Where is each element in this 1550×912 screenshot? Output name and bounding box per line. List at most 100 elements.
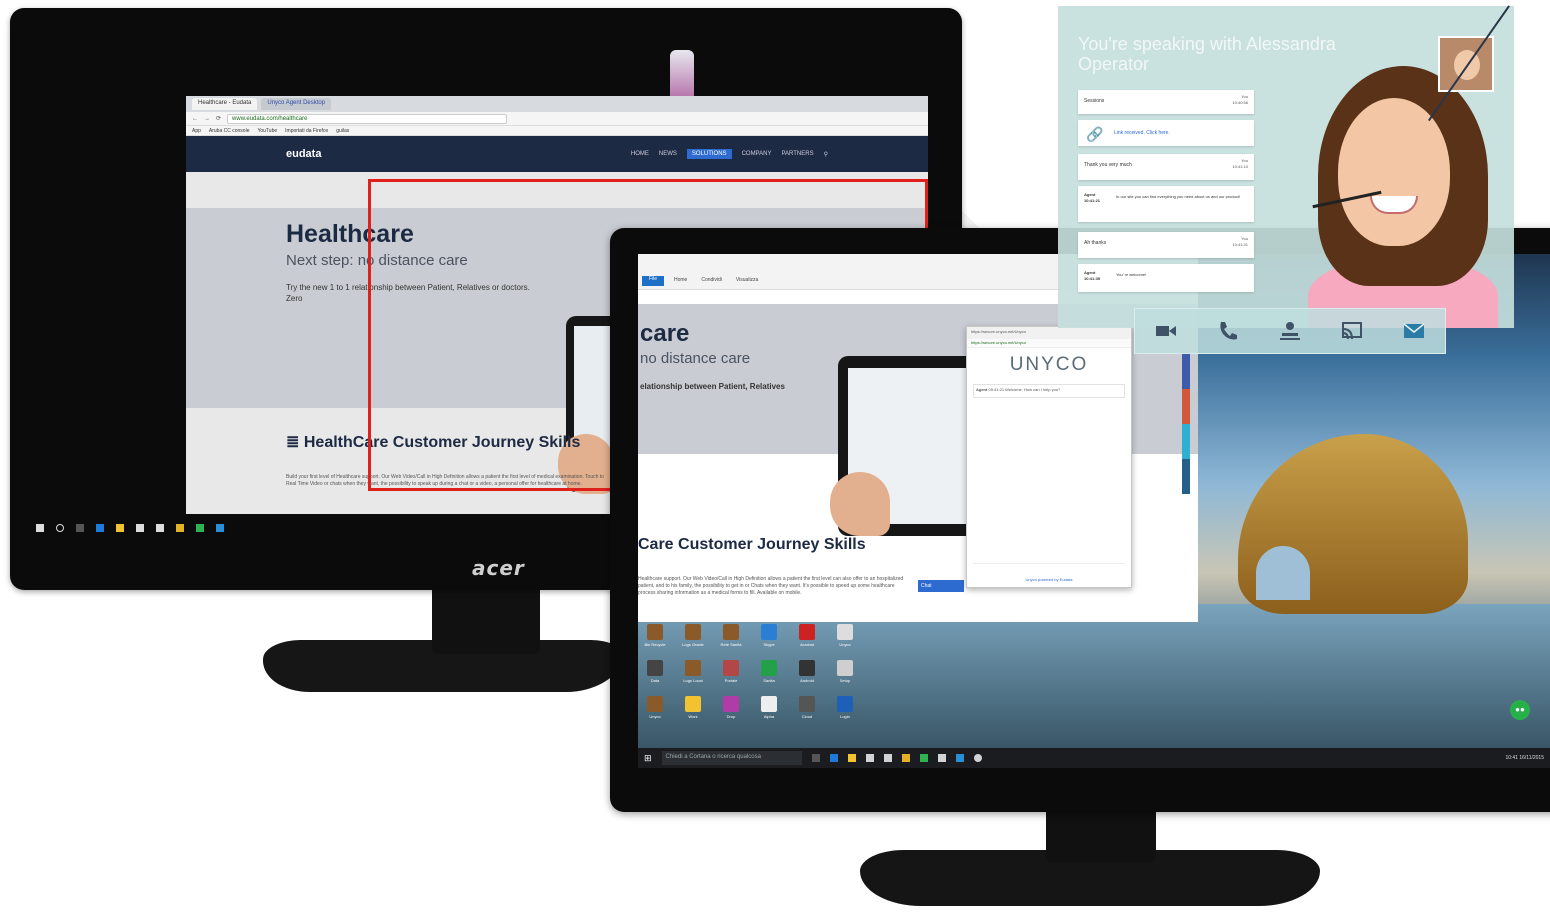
ribbon-file-tab[interactable]: File bbox=[642, 276, 664, 286]
bookmark-item[interactable]: Importati da Firefox bbox=[285, 128, 328, 134]
reload-icon[interactable]: ⟳ bbox=[216, 115, 221, 122]
desktop-icon[interactable]: Work bbox=[678, 696, 708, 726]
browser-tab[interactable]: Healthcare - Eudata bbox=[192, 98, 258, 110]
social-sidebar[interactable] bbox=[1182, 354, 1190, 494]
menu-item[interactable]: PARTNERS bbox=[781, 151, 813, 157]
site-navbar: eudata HOME NEWS SOLUTIONS COMPANY PARTN… bbox=[186, 136, 928, 172]
desktop-icon[interactable]: Unyco bbox=[640, 696, 670, 726]
url-input[interactable]: www.eudata.com/healthcare bbox=[227, 113, 508, 124]
system-tray[interactable]: 10:41 16/11/2015 bbox=[1505, 755, 1544, 761]
app-icon[interactable] bbox=[156, 524, 164, 532]
forward-icon[interactable]: → bbox=[204, 116, 210, 122]
bookmark-item[interactable]: guilas bbox=[336, 128, 349, 134]
desktop-icon[interactable]: Login bbox=[830, 696, 860, 726]
start-icon[interactable] bbox=[36, 524, 44, 532]
operator-photo bbox=[1298, 66, 1508, 328]
bookmark-item[interactable]: App bbox=[192, 128, 201, 134]
taskview-icon[interactable] bbox=[76, 524, 84, 532]
chat-overlay: You're speaking with Alessandra Operator… bbox=[1058, 6, 1514, 328]
desktop-icon[interactable]: Cloud bbox=[792, 696, 822, 726]
monitor-front-neck bbox=[1046, 808, 1156, 862]
widget-url: https://secure.unyco.net/Unyco bbox=[967, 339, 1131, 348]
chat-message-agent: Agent 10:41:21 In our site you can find e… bbox=[1078, 186, 1254, 222]
app-icon[interactable] bbox=[955, 754, 964, 762]
app-icon[interactable] bbox=[937, 754, 946, 762]
ribbon-tab[interactable]: Visualizza bbox=[736, 277, 758, 283]
chrome-icon[interactable] bbox=[901, 754, 910, 762]
ribbon-tab[interactable]: Condividi bbox=[701, 277, 722, 283]
browser-tab-bar: Healthcare - Eudata Unyco Agent Desktop bbox=[186, 96, 928, 112]
hand-image bbox=[830, 472, 890, 536]
desktop-icon[interactable]: Drop bbox=[716, 696, 746, 726]
desktop-icon[interactable]: Skype bbox=[754, 624, 784, 654]
hero-title: care bbox=[640, 320, 690, 347]
menu-item[interactable]: HOME bbox=[631, 151, 649, 157]
unyco-chat-widget: https://secure.unyco.net/Unyco https://s… bbox=[966, 326, 1132, 588]
store-icon[interactable] bbox=[865, 754, 874, 762]
bookmark-item[interactable]: Aruba CC console bbox=[209, 128, 250, 134]
video-camera-icon bbox=[1156, 326, 1176, 336]
desktop-icon[interactable]: Acrobat bbox=[792, 624, 822, 654]
video-call-button[interactable] bbox=[1149, 314, 1183, 348]
search-icon[interactable]: ⚲ bbox=[824, 151, 828, 158]
screen-share-button[interactable] bbox=[1335, 314, 1369, 348]
phone-call-button[interactable] bbox=[1211, 314, 1245, 348]
desktop-icon[interactable]: Logs Oracle bbox=[678, 624, 708, 654]
menu-item[interactable]: COMPANY bbox=[742, 151, 772, 157]
desktop-icons: Bin Recycle Logs Oracle Rete Sanita Skyp… bbox=[640, 624, 864, 726]
desktop-icon[interactable]: Sanita bbox=[754, 660, 784, 690]
envelope-icon bbox=[1403, 323, 1425, 338]
back-taskbar bbox=[36, 524, 224, 532]
email-button[interactable] bbox=[1397, 314, 1431, 348]
chat-launcher-button[interactable]: ●● bbox=[1510, 700, 1530, 720]
desktop-icon[interactable]: Rete Sanita bbox=[716, 624, 746, 654]
desktop-icon[interactable]: Logs Local bbox=[678, 660, 708, 690]
menu-item[interactable]: NEWS bbox=[659, 151, 677, 157]
back-icon[interactable]: ← bbox=[192, 116, 198, 122]
chat-tab-button[interactable]: Chat bbox=[918, 580, 964, 592]
chrome-icon[interactable] bbox=[176, 524, 184, 532]
edge-icon[interactable] bbox=[829, 754, 838, 762]
agent-message: Agent 09:41:21 Welcome, How can I help y… bbox=[973, 384, 1125, 398]
message-input[interactable] bbox=[973, 563, 1125, 571]
chat-message-link[interactable]: 🔗 Link received. Click here. bbox=[1078, 120, 1254, 146]
menu-item-active[interactable]: SOLUTIONS bbox=[686, 149, 732, 159]
desktop-icon[interactable]: Bin Recycle bbox=[640, 624, 670, 654]
taskview-icon[interactable] bbox=[811, 754, 820, 762]
screen-share-icon bbox=[1342, 322, 1362, 340]
spotify-icon[interactable] bbox=[919, 754, 928, 762]
unyco-logo: UNYCO bbox=[1009, 354, 1089, 375]
spotify-icon[interactable] bbox=[196, 524, 204, 532]
edge-icon[interactable] bbox=[96, 524, 104, 532]
front-taskbar: ⊞ Chiedi a Cortana o ricerca qualcosa 10… bbox=[638, 748, 1550, 768]
browser-address-bar: ← → ⟳ www.eudata.com/healthcare bbox=[186, 112, 928, 126]
cortana-search-input[interactable]: Chiedi a Cortana o ricerca qualcosa bbox=[661, 751, 802, 765]
desktop-icon[interactable]: Android bbox=[792, 660, 822, 690]
explorer-icon[interactable] bbox=[847, 754, 856, 762]
explorer-icon[interactable] bbox=[116, 524, 124, 532]
site-logo[interactable]: eudata bbox=[286, 148, 321, 160]
widget-titlebar: https://secure.unyco.net/Unyco bbox=[967, 327, 1131, 339]
app-icon[interactable] bbox=[216, 524, 224, 532]
settings-icon[interactable] bbox=[973, 754, 982, 762]
store-icon[interactable] bbox=[136, 524, 144, 532]
tray-time: 10:41 bbox=[1505, 755, 1518, 761]
cortana-icon[interactable] bbox=[56, 524, 64, 532]
desktop-icon[interactable]: Setup bbox=[830, 660, 860, 690]
chat-action-bar bbox=[1134, 308, 1446, 354]
desktop-icon[interactable]: Unyco bbox=[830, 624, 860, 654]
ribbon-tab[interactable]: Home bbox=[674, 277, 687, 283]
bookmark-item[interactable]: YouTube bbox=[257, 128, 277, 134]
monitor-back-neck bbox=[432, 588, 540, 654]
desktop-icon[interactable]: Portale bbox=[716, 660, 746, 690]
hero-subtitle: no distance care bbox=[640, 350, 751, 367]
browser-tab[interactable]: Unyco Agent Desktop bbox=[261, 98, 332, 110]
section-body: Healthcare support. Our Web Video/Call i… bbox=[638, 576, 904, 596]
start-icon[interactable]: ⊞ bbox=[644, 753, 652, 764]
app-icon[interactable] bbox=[883, 754, 892, 762]
desktop-icon[interactable]: Alpha bbox=[754, 696, 784, 726]
powered-by-link[interactable]: Unyco powered by Eudata bbox=[967, 577, 1131, 582]
cobrowse-button[interactable] bbox=[1273, 314, 1307, 348]
cobrowse-icon bbox=[1280, 322, 1300, 340]
desktop-icon[interactable]: Data bbox=[640, 660, 670, 690]
